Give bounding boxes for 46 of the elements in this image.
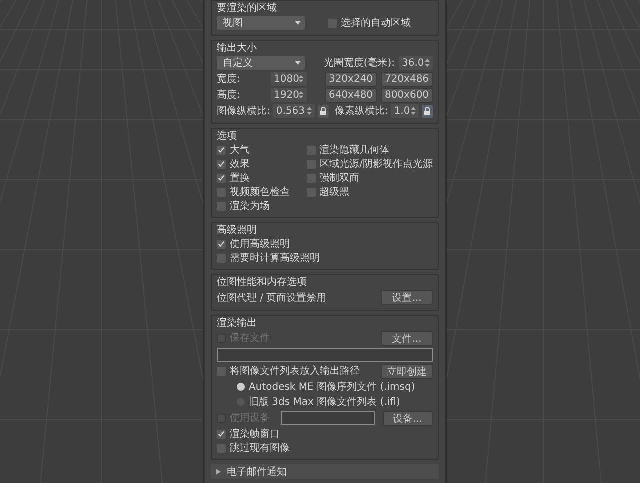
create-now-button[interactable]: 立即创建 xyxy=(381,364,433,378)
preset-button[interactable]: 800x600 xyxy=(381,88,433,102)
dropdown[interactable]: 自定义 xyxy=(217,56,305,70)
radio-label: Autodesk ME 图像序列文件 (.imsq) xyxy=(249,380,416,394)
checkbox-label: 区域光源/阴影视作点光源 xyxy=(320,158,433,171)
group-title: 选项 xyxy=(217,131,238,143)
checkbox-label: 强制双面 xyxy=(320,172,360,185)
checkbox-label: 超级黑 xyxy=(320,186,350,199)
spinner-field[interactable]: 36.0 xyxy=(399,56,433,70)
preset-button[interactable]: 320x240 xyxy=(325,72,377,86)
checkbox-label: 渲染为场 xyxy=(230,200,270,213)
dropdown[interactable]: 视图 xyxy=(217,16,305,30)
checkbox-label: 选择的自动区域 xyxy=(341,16,412,30)
checkbox-label: 视频颜色检查 xyxy=(230,186,290,199)
status-text: 位图代理 / 页面设置禁用 xyxy=(217,292,327,304)
spinner-field[interactable]: 0.563 xyxy=(273,104,316,118)
spinner-field[interactable]: 1080 xyxy=(271,72,307,86)
checkbox-label: 将图像文件列表放入输出路径 xyxy=(230,364,360,378)
rollout-title: 电子邮件通知 xyxy=(227,466,287,478)
radio-label: 旧版 3ds Max 图像文件列表 (.ifl) xyxy=(249,396,400,408)
checkbox-label: 跳过现有图像 xyxy=(230,442,290,455)
checkbox-label: 需要时计算高级照明 xyxy=(230,252,320,265)
group-title: 渲染输出 xyxy=(217,318,258,330)
checkbox-label: 渲染帧窗口 xyxy=(230,428,280,441)
preset-button[interactable]: 720x486 xyxy=(381,72,433,86)
group-title: 要渲染的区域 xyxy=(217,3,278,15)
preset-button[interactable]: 640x480 xyxy=(325,88,377,102)
checkbox-label: 效果 xyxy=(230,158,250,171)
spinner-field[interactable]: 1.0 xyxy=(391,104,420,118)
field-label: 像素纵横比: xyxy=(334,104,388,118)
checkbox-label: 置换 xyxy=(230,172,250,185)
field-label: 高度: xyxy=(217,88,242,102)
group-title: 输出大小 xyxy=(217,43,258,55)
field-label: 光圈宽度(毫米): xyxy=(324,56,395,70)
settings-button[interactable]: 设置... xyxy=(381,290,433,305)
files-button[interactable]: 文件... xyxy=(381,330,433,346)
devices-button[interactable]: 设备... xyxy=(382,410,433,426)
field-label: 宽度: xyxy=(217,72,242,86)
checkbox-label: 渲染隐藏几何体 xyxy=(320,144,390,157)
spinner-field[interactable]: 1920 xyxy=(271,88,307,102)
field-label: 图像纵横比: xyxy=(217,104,270,118)
group-title: 高级照明 xyxy=(217,225,258,237)
rollout-header[interactable]: 电子邮件通知 xyxy=(211,464,439,479)
checkbox-label: 大气 xyxy=(230,144,250,157)
checkbox-label: 使用高级照明 xyxy=(230,238,290,251)
group-title: 位图性能和内存选项 xyxy=(217,277,308,289)
